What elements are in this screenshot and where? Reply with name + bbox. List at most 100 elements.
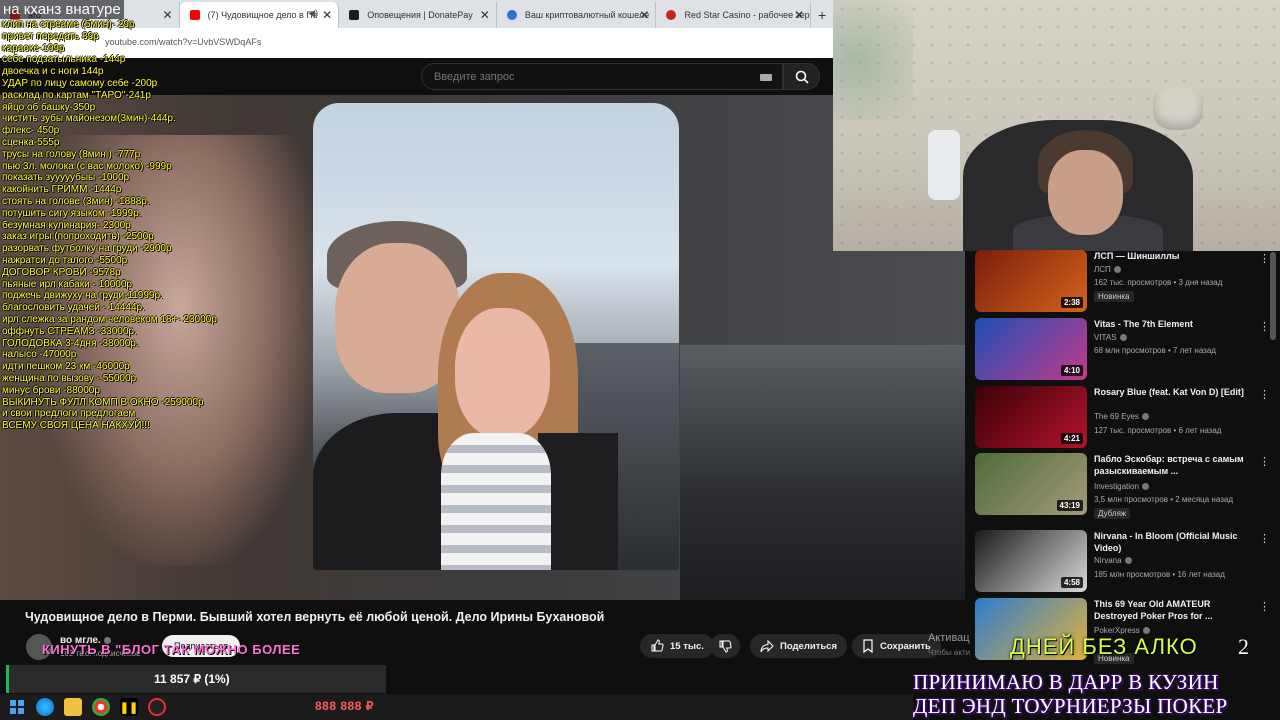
donation-item: флекс- 450р [2, 125, 60, 137]
verified-icon [1141, 483, 1149, 491]
duration-badge: 4:10 [1060, 365, 1083, 376]
more-vert-icon[interactable]: ⋮ [1259, 455, 1270, 468]
tab-label: Ваш криптовалютный кошеле [524, 10, 650, 20]
donation-item: расклад по картам "ТАРО"-241р [2, 89, 151, 101]
tab-5[interactable]: Red Star Casino - рабочее зер ✕ [656, 2, 812, 28]
like-button[interactable]: 15 тыс. [640, 634, 714, 658]
more-vert-icon[interactable]: ⋮ [1259, 320, 1270, 333]
banner-line-2: ДЕП ЭНД ТОУРНИЕРЗЫ ПОКЕР [913, 694, 1228, 718]
rec-item[interactable]: 2:38 ЛСП — Шиншиллы ЛСП 162 тыс. просмот… [975, 250, 1270, 312]
rec-thumbnail[interactable]: 4:21 [975, 386, 1087, 448]
duration-badge: 2:38 [1060, 297, 1083, 308]
windows-activation-subtext: Чтобы акти [928, 648, 971, 657]
rec-meta: 162 тыс. просмотров • 3 дня назад [1094, 278, 1223, 287]
donation-item: благословить удачей - 14444р. [2, 302, 145, 314]
webcam-feed [833, 0, 1280, 251]
keyboard-icon[interactable] [760, 74, 772, 81]
sober-days-count: 2 [1238, 634, 1249, 659]
rec-title[interactable]: This 69 Year Old AMATEUR Destroyed Poker… [1094, 598, 1244, 622]
thumbs-up-icon [651, 639, 664, 652]
donation-item: ДОГОВОР КРОВИ -9578р [2, 266, 121, 278]
donation-item: поджечь движуху на груди-11999р. [2, 290, 163, 302]
duration-badge: 4:58 [1060, 577, 1083, 588]
speaker-icon[interactable]: ◀) [308, 8, 318, 19]
donation-item: стоять на голове (3мин) -1888р. [2, 195, 150, 207]
rec-title[interactable]: Vitas - The 7th Element [1094, 318, 1244, 330]
donation-item: ВЫКИНУТЬ ФУЛЛ КОМП В ОКНО -259000р [2, 396, 204, 408]
donation-goal-text: 11 857 ₽ (1%) [154, 672, 230, 686]
obs-icon[interactable] [148, 698, 166, 716]
verified-icon [1113, 266, 1121, 274]
tab-3[interactable]: Оповещения | DonatePay ✕ [339, 2, 497, 28]
more-vert-icon[interactable]: ⋮ [1259, 388, 1270, 401]
folder-icon[interactable] [64, 698, 82, 716]
windows-taskbar: ❚❚ [0, 694, 913, 720]
rec-title[interactable]: Пабло Эскобар: встреча с самым разыскива… [1094, 453, 1244, 477]
rec-thumbnail[interactable]: 2:38 [975, 250, 1087, 312]
more-vert-icon[interactable]: ⋮ [1259, 600, 1270, 613]
rec-channel[interactable]: VITAS [1094, 333, 1127, 342]
scrollbar[interactable] [1270, 252, 1276, 340]
rec-title[interactable]: Nirvana - In Bloom (Official Music Video… [1094, 530, 1244, 554]
rec-channel[interactable]: Nirvana [1094, 556, 1132, 565]
search-icon [795, 70, 809, 84]
rec-item[interactable]: 4:58 Nirvana - In Bloom (Official Music … [975, 530, 1270, 592]
bison-figurine [1153, 85, 1203, 130]
donation-item: ВСЕМУ СВОЯ ЦЕНА НАКХУЙ!!! [2, 420, 150, 432]
search-box[interactable] [421, 63, 783, 90]
donation-item: оффнуть СТРЕАМЗ -33000р. [2, 325, 137, 337]
search-input[interactable] [434, 71, 734, 83]
rec-item[interactable]: 4:10 Vitas - The 7th Element VITAS 68 мл… [975, 318, 1270, 380]
blurred-background-car [680, 345, 965, 600]
rec-channel[interactable]: ЛСП [1094, 265, 1121, 274]
rec-channel-name: ЛСП [1094, 265, 1111, 274]
rec-item[interactable]: 4:21 Rosary Blue (feat. Kat Von D) [Edit… [975, 386, 1270, 448]
duration-badge: 43:19 [1056, 500, 1083, 511]
close-icon[interactable]: ✕ [639, 8, 649, 22]
close-icon[interactable]: ✕ [480, 8, 490, 22]
woman-face-shape [455, 308, 550, 438]
chrome-icon[interactable] [92, 698, 110, 716]
pause-app-icon[interactable]: ❚❚ [120, 698, 138, 716]
dislike-button[interactable] [710, 634, 740, 658]
donation-item: женщина по вызову - 55000р [2, 372, 137, 384]
windows-start-icon[interactable] [8, 698, 26, 716]
rec-title[interactable]: ЛСП — Шиншиллы [1094, 250, 1244, 262]
close-icon[interactable]: ✕ [322, 8, 332, 22]
edge-icon[interactable] [36, 698, 54, 716]
donation-item: чистить зубы майонезом(3мин)-444р. [2, 113, 176, 125]
tab-4[interactable]: Ваш криптовалютный кошеле ✕ [497, 2, 657, 28]
donation-item: минус брови -88000р [2, 384, 100, 396]
more-vert-icon[interactable]: ⋮ [1259, 532, 1270, 545]
donation-item: заказ игры (попроходить) -2500р [2, 231, 154, 243]
donation-price-list: клип на стреаме (5мин)- 29р привет переда… [2, 19, 232, 432]
marquee-overlay-text: КИНУТЬ В "БЛОГ ТАК МОЖНО БОЛЕЕ [42, 642, 301, 657]
thumbs-down-icon [719, 640, 732, 653]
rec-meta: 3,5 млн просмотров • 2 месяца назад [1094, 495, 1233, 504]
donation-item: себе подзатыльника -144р [2, 54, 126, 66]
rec-channel-name: Nirvana [1094, 556, 1122, 565]
rec-thumbnail[interactable]: 4:58 [975, 530, 1087, 592]
save-label: Сохранить [880, 640, 931, 652]
donation-item: УДАР по лицу самому себе -200р [2, 77, 158, 89]
rec-title[interactable]: Rosary Blue (feat. Kat Von D) [Edit] [1094, 386, 1244, 398]
rec-channel[interactable]: Investigation [1094, 482, 1149, 491]
donation-item: трусы на голову (8мин ) -777р [2, 148, 141, 160]
donation-item: пьяные ирл кабаки - 10000р [2, 278, 132, 290]
rec-thumbnail[interactable]: 43:19 [975, 453, 1087, 515]
new-tab-button[interactable]: + [811, 2, 833, 28]
close-icon[interactable]: ✕ [794, 8, 804, 22]
casino-icon [666, 10, 677, 20]
rec-thumbnail[interactable]: 4:10 [975, 318, 1087, 380]
donation-item: разорвать футболку на груди -2900р [2, 243, 172, 255]
search-button[interactable] [783, 63, 820, 90]
duration-badge: 4:21 [1060, 433, 1083, 444]
plant-shape [833, 0, 913, 120]
donation-item: показать зууууубыы -1000р [2, 172, 130, 184]
more-vert-icon[interactable]: ⋮ [1259, 252, 1270, 265]
video-frame-photo [313, 103, 679, 570]
share-button[interactable]: Поделиться [750, 634, 848, 658]
video-title: Чудовищное дело в Перми. Бывший хотел ве… [25, 610, 605, 624]
rec-channel[interactable]: The 69 Eyes [1094, 412, 1149, 421]
rec-item[interactable]: 43:19 Пабло Эскобар: встреча с самым раз… [975, 453, 1270, 519]
